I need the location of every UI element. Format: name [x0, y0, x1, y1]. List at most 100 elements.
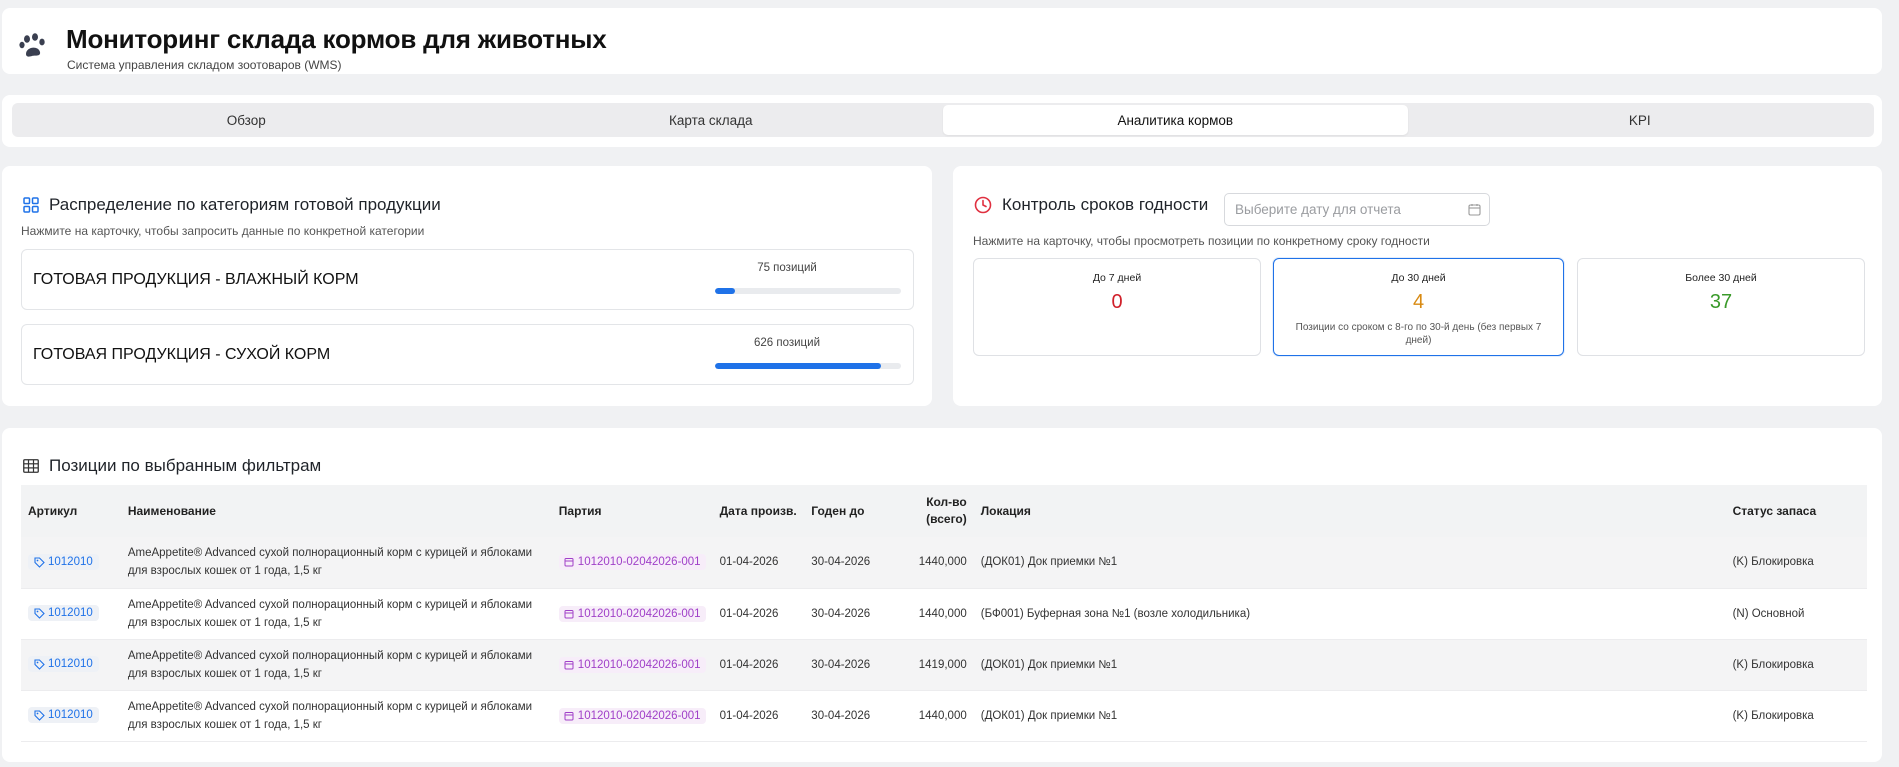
column-header-sku[interactable]: Артикул [21, 485, 121, 537]
table-row[interactable]: 1012010 AmeAppetite® Advanced сухой полн… [21, 639, 1867, 690]
box-icon [564, 609, 574, 618]
column-header-qty[interactable]: Кол-во (всего) [888, 485, 974, 537]
expiry-card-value: 0 [1111, 291, 1123, 313]
sku-chip[interactable]: 1012010 [28, 605, 99, 622]
category-name: ГОТОВАЯ ПРОДУКЦИЯ - СУХОЙ КОРМ [33, 346, 331, 363]
expiry-card-label: Более 30 дней [1685, 272, 1757, 284]
category-progress [715, 288, 901, 294]
categories-title-text: Распределение по категориям готовой прод… [49, 195, 441, 214]
tag-icon [34, 608, 45, 619]
column-header-exp-date[interactable]: Годен до [804, 485, 888, 537]
location: (ДОК01) Док приемки №1 [980, 709, 1118, 722]
box-icon [564, 711, 574, 720]
stock-status: (K) Блокировка [1732, 556, 1814, 569]
batch-chip[interactable]: 1012010-02042026-001 [558, 605, 706, 622]
table-row[interactable]: 1012010 AmeAppetite® Advanced сухой полн… [21, 690, 1867, 741]
product-name: AmeAppetite® Advanced сухой полнорационн… [127, 598, 533, 629]
tab-bar: Обзор Карта склада Аналитика кормов KPI [12, 103, 1874, 137]
product-name: AmeAppetite® Advanced сухой полнорационн… [127, 700, 533, 731]
expiry-card-label: До 30 дней [1391, 272, 1446, 284]
prod-date: 01-04-2026 [719, 658, 779, 671]
qty: 1419,000 [918, 658, 967, 671]
table-row[interactable]: 1012010 AmeAppetite® Advanced сухой полн… [21, 588, 1867, 639]
expiry-card-over-30-days[interactable]: Более 30 дней 37 [1577, 258, 1865, 356]
expiry-card-7-days[interactable]: До 7 дней 0 [973, 258, 1261, 356]
column-header-batch[interactable]: Партия [552, 485, 713, 537]
sku-chip[interactable]: 1012010 [28, 656, 99, 673]
product-name: AmeAppetite® Advanced сухой полнорационн… [127, 547, 533, 578]
category-name: ГОТОВАЯ ПРОДУКЦИЯ - ВЛАЖНЫЙ КОРМ [33, 271, 359, 288]
batch-value: 1012010-02042026-001 [577, 607, 701, 620]
expiry-card-note: Позиции со сроком с 8-го по 30-й день (б… [1295, 322, 1542, 346]
sku-value: 1012010 [48, 607, 93, 620]
page-subtitle: Система управления складом зоотоваров (W… [67, 58, 342, 72]
column-header-prod-date[interactable]: Дата произв. [713, 485, 805, 537]
box-icon [564, 558, 574, 567]
batch-chip[interactable]: 1012010-02042026-001 [558, 656, 706, 673]
calendar-icon[interactable] [1468, 203, 1481, 216]
product-name: AmeAppetite® Advanced сухой полнорационн… [127, 649, 533, 680]
expiry-card-30-days[interactable]: До 30 дней 4 Позиции со сроком с 8-го по… [1273, 258, 1564, 356]
sku-chip[interactable]: 1012010 [28, 707, 99, 724]
category-card-dry[interactable]: ГОТОВАЯ ПРОДУКЦИЯ - СУХОЙ КОРМ 626 позиц… [21, 324, 914, 385]
batch-value: 1012010-02042026-001 [577, 556, 701, 569]
tab-feed-analytics[interactable]: Аналитика кормов [943, 105, 1408, 135]
stock-status: (K) Блокировка [1732, 709, 1814, 722]
tab-warehouse-map[interactable]: Карта склада [479, 105, 944, 135]
exp-date: 30-04-2026 [811, 709, 871, 722]
clock-icon [974, 196, 992, 214]
categories-panel: Распределение по категориям готовой прод… [2, 166, 932, 406]
positions-title: Позиции по выбранным фильтрам [23, 456, 321, 476]
category-count: 75 позиций [757, 262, 817, 274]
column-header-location[interactable]: Локация [974, 485, 1726, 537]
categories-hint: Нажмите на карточку, чтобы запросить дан… [21, 224, 425, 238]
stock-status: (K) Блокировка [1732, 658, 1814, 671]
stock-status: (N) Основной [1732, 607, 1805, 620]
expiry-card-value: 37 [1709, 291, 1733, 313]
expiry-card-value: 4 [1412, 291, 1425, 313]
tag-icon [34, 659, 45, 670]
category-progress-fill [715, 363, 881, 369]
sku-chip[interactable]: 1012010 [28, 554, 99, 570]
positions-table: Артикул Наименование Партия Дата произв.… [21, 485, 1867, 742]
tab-overview[interactable]: Обзор [14, 105, 479, 135]
app-header: Мониторинг склада кормов для животных Си… [2, 8, 1882, 74]
exp-date: 30-04-2026 [811, 556, 871, 569]
exp-date: 30-04-2026 [811, 658, 871, 671]
table-icon [23, 459, 39, 473]
location: (БФ001) Буферная зона №1 (возле холодиль… [980, 607, 1251, 620]
expiry-hint: Нажмите на карточку, чтобы просмотреть п… [973, 234, 1430, 248]
table-row[interactable]: 1012010 AmeAppetite® Advanced сухой полн… [21, 537, 1867, 588]
qty: 1440,000 [918, 607, 967, 620]
tag-icon [34, 710, 45, 721]
tag-icon [34, 556, 45, 568]
sku-value: 1012010 [48, 556, 93, 568]
qty: 1440,000 [918, 709, 967, 722]
category-count: 626 позиций [753, 337, 820, 349]
categories-title: Распределение по категориям готовой прод… [23, 195, 441, 215]
table-header-row: Артикул Наименование Партия Дата произв.… [21, 485, 1867, 537]
location: (ДОК01) Док приемки №1 [980, 556, 1118, 569]
category-card-wet[interactable]: ГОТОВАЯ ПРОДУКЦИЯ - ВЛАЖНЫЙ КОРМ 75 пози… [21, 249, 914, 310]
tab-kpi[interactable]: KPI [1408, 105, 1873, 135]
qty: 1440,000 [918, 556, 967, 569]
category-progress [715, 363, 901, 369]
box-icon [564, 660, 574, 669]
batch-chip[interactable]: 1012010-02042026-001 [558, 554, 706, 571]
paw-icon [19, 33, 45, 57]
category-progress-fill [715, 288, 736, 294]
exp-date: 30-04-2026 [811, 607, 871, 620]
grid-icon [23, 197, 39, 213]
page-title: Мониторинг склада кормов для животных [66, 24, 607, 54]
report-date-input[interactable] [1224, 193, 1490, 226]
batch-value: 1012010-02042026-001 [577, 658, 701, 671]
location: (ДОК01) Док приемки №1 [980, 658, 1118, 671]
column-header-status[interactable]: Статус запаса [1726, 485, 1867, 537]
prod-date: 01-04-2026 [719, 607, 779, 620]
expiry-title: Контроль сроков годности [974, 195, 1208, 215]
positions-panel: Позиции по выбранным фильтрам Артикул На… [2, 428, 1882, 762]
column-header-name[interactable]: Наименование [121, 485, 552, 537]
positions-title-text: Позиции по выбранным фильтрам [49, 456, 322, 475]
batch-chip[interactable]: 1012010-02042026-001 [558, 707, 706, 724]
expiry-card-label: До 7 дней [1092, 272, 1142, 284]
